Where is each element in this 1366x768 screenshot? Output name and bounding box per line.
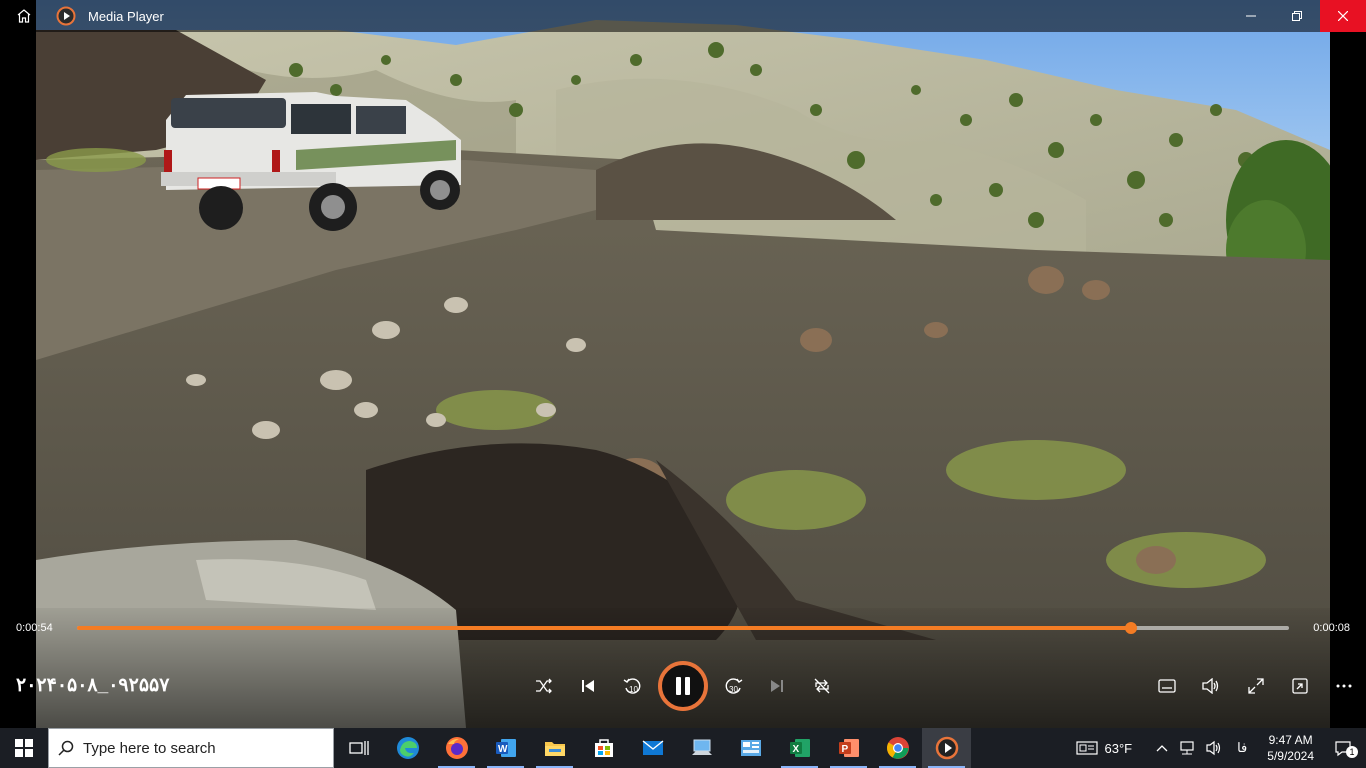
speaker-icon — [1206, 740, 1221, 756]
home-icon — [17, 9, 31, 23]
more-icon — [1336, 684, 1352, 688]
taskbar-powerpoint[interactable]: P — [824, 728, 873, 768]
volume-button[interactable] — [1194, 669, 1228, 703]
system-tray: 63°F فا 9:47 AM 5/9/2024 1 — [1071, 728, 1366, 768]
taskbar-excel[interactable]: X — [775, 728, 824, 768]
action-center-button[interactable]: 1 — [1324, 728, 1366, 768]
control-panel-icon — [740, 740, 761, 756]
weather-widget[interactable]: 63°F — [1071, 728, 1137, 768]
taskbar-edge[interactable] — [383, 728, 432, 768]
skip-back-icon: 10 — [623, 678, 641, 694]
clock-time: 9:47 AM — [1268, 733, 1313, 747]
svg-text:P: P — [841, 744, 848, 755]
restore-icon — [1292, 11, 1302, 21]
svg-text:10: 10 — [629, 685, 638, 694]
elapsed-time: 0:00:54 — [16, 622, 53, 634]
repeat-button[interactable] — [805, 669, 839, 703]
taskbar-media-player[interactable] — [922, 728, 971, 768]
svg-text:W: W — [498, 744, 508, 755]
edge-icon — [396, 737, 419, 759]
mini-player-button[interactable] — [1283, 669, 1317, 703]
taskbar-microsoft-store[interactable] — [579, 728, 628, 768]
input-language[interactable]: فا — [1227, 728, 1257, 768]
playback-controls: 0:00:54 0:00:08 ۲۰۲۴۰۵۰۸_۰۹۲۵۵۷ 10 30 — [0, 608, 1366, 728]
captions-icon — [1158, 679, 1176, 693]
volume-icon — [1202, 678, 1219, 694]
next-button[interactable] — [760, 669, 794, 703]
next-icon — [771, 680, 783, 692]
taskbar-firefox[interactable] — [432, 728, 481, 768]
taskbar-word[interactable]: W — [481, 728, 530, 768]
clock[interactable]: 9:47 AM 5/9/2024 — [1257, 732, 1324, 764]
store-icon — [594, 739, 613, 757]
seek-thumb[interactable] — [1125, 622, 1138, 634]
media-title: ۲۰۲۴۰۵۰۸_۰۹۲۵۵۷ — [16, 675, 170, 696]
previous-icon — [582, 680, 594, 692]
fullscreen-icon — [1248, 678, 1264, 694]
network-button[interactable] — [1173, 728, 1201, 768]
minimize-icon — [1246, 15, 1256, 17]
minimize-button[interactable] — [1228, 0, 1274, 32]
shuffle-button[interactable] — [527, 669, 561, 703]
show-hidden-icons-button[interactable] — [1151, 728, 1173, 768]
seek-progress — [77, 626, 1132, 630]
more-options-button[interactable] — [1327, 669, 1361, 703]
pause-icon — [676, 677, 690, 695]
previous-button[interactable] — [571, 669, 605, 703]
powerpoint-icon: P — [838, 739, 859, 757]
taskbar-control-panel[interactable] — [726, 728, 775, 768]
skip-back-button[interactable]: 10 — [615, 669, 649, 703]
task-view-icon — [348, 741, 369, 755]
word-icon: W — [495, 739, 516, 757]
clock-date: 5/9/2024 — [1267, 749, 1314, 763]
captions-button[interactable] — [1150, 669, 1184, 703]
home-button[interactable] — [0, 0, 48, 32]
skip-forward-icon: 30 — [725, 678, 743, 694]
shuffle-icon — [536, 678, 552, 694]
weather-temp: 63°F — [1104, 740, 1133, 756]
search-box[interactable]: Type here to search — [48, 728, 334, 768]
taskbar-mail[interactable] — [628, 728, 677, 768]
chevron-up-icon — [1156, 745, 1168, 752]
volume-tray-button[interactable] — [1201, 728, 1227, 768]
network-icon — [1180, 741, 1194, 755]
search-placeholder: Type here to search — [83, 739, 216, 757]
media-player-window: Media Player 0:00:54 0:00:08 ۲۰۲۴۰۵۰۸_۰۹… — [0, 0, 1366, 728]
weather-icon — [1076, 741, 1099, 755]
start-button[interactable] — [0, 728, 48, 768]
svg-text:30: 30 — [729, 685, 738, 694]
svg-text:X: X — [792, 744, 799, 755]
computer-icon — [691, 739, 712, 755]
media-player-icon — [56, 6, 76, 26]
taskbar-chrome[interactable] — [873, 728, 922, 768]
taskbar: Type here to search W X P 63°F فا 9:47 A… — [0, 728, 1366, 768]
repeat-off-icon — [814, 678, 830, 694]
taskbar-network-computer[interactable] — [677, 728, 726, 768]
firefox-icon — [445, 737, 468, 759]
folder-icon — [544, 742, 565, 756]
language-label: فا — [1237, 740, 1248, 755]
remaining-time: 0:00:08 — [1313, 622, 1350, 634]
close-button[interactable] — [1320, 0, 1366, 32]
notification-badge: 1 — [1346, 746, 1358, 758]
window-title: Media Player — [88, 8, 164, 24]
skip-forward-button[interactable]: 30 — [717, 669, 751, 703]
chrome-icon — [886, 737, 909, 759]
mini-player-icon — [1292, 678, 1308, 694]
title-bar: Media Player — [0, 0, 1366, 32]
media-player-icon — [935, 736, 958, 760]
fullscreen-button[interactable] — [1239, 669, 1273, 703]
search-icon — [58, 740, 74, 756]
windows-icon — [15, 739, 33, 757]
taskbar-task-view[interactable] — [334, 728, 383, 768]
excel-icon: X — [789, 739, 810, 757]
play-pause-button[interactable] — [658, 661, 708, 711]
restore-button[interactable] — [1274, 0, 1320, 32]
seek-bar[interactable] — [77, 622, 1289, 634]
taskbar-file-explorer[interactable] — [530, 728, 579, 768]
close-icon — [1338, 11, 1348, 21]
mail-icon — [642, 740, 663, 755]
